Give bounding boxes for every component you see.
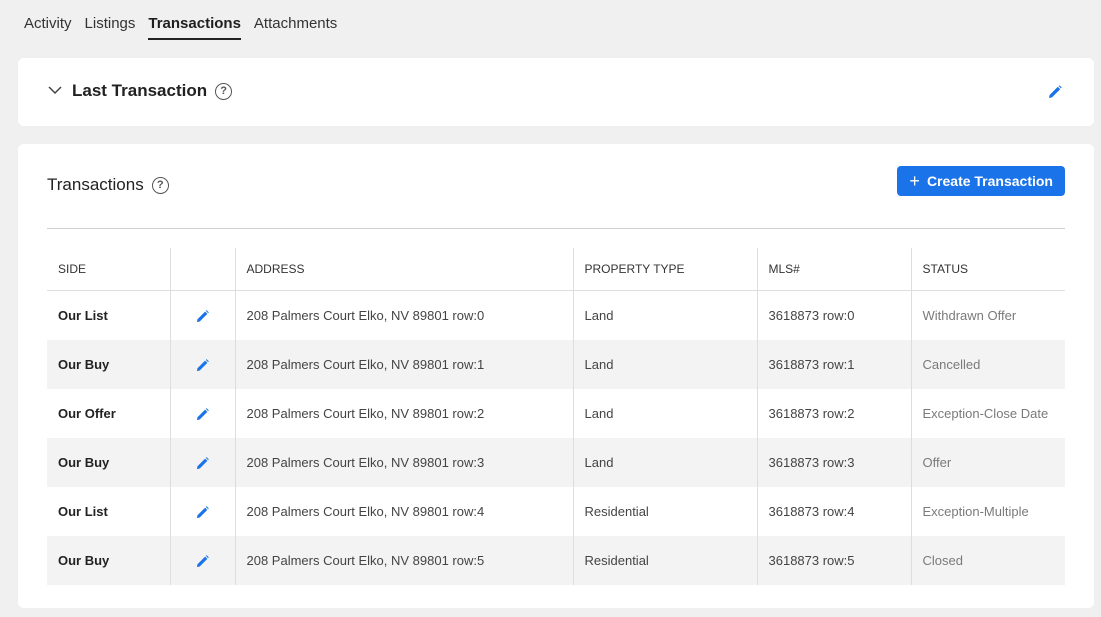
- property-type-cell: Land: [572, 389, 757, 438]
- edit-cell: [169, 438, 235, 487]
- table-row[interactable]: Our Buy 208 Palmers Court Elko, NV 89801…: [47, 438, 1065, 487]
- status-cell: Exception-Close Date: [910, 389, 1065, 438]
- help-icon[interactable]: ?: [215, 83, 233, 101]
- mls-cell: 3618873 row:3: [756, 438, 911, 487]
- tab-transactions[interactable]: Transactions: [148, 14, 241, 40]
- address-cell: 208 Palmers Court Elko, NV 89801 row:5: [234, 536, 573, 585]
- pencil-icon[interactable]: [196, 457, 209, 470]
- mls-cell: 3618873 row:0: [756, 290, 911, 340]
- column-header-mls[interactable]: MLS#: [756, 248, 911, 291]
- property-type-cell: Land: [572, 340, 757, 389]
- status-cell: Withdrawn Offer: [910, 290, 1065, 340]
- plus-icon: +: [909, 171, 920, 191]
- table-row[interactable]: Our List 208 Palmers Court Elko, NV 8980…: [47, 487, 1065, 536]
- property-type-cell: Land: [572, 438, 757, 487]
- mls-cell: 3618873 row:4: [756, 487, 911, 536]
- column-header-address[interactable]: ADDRESS: [234, 248, 573, 291]
- pencil-icon[interactable]: [1048, 85, 1062, 99]
- tab-activity[interactable]: Activity: [24, 14, 72, 40]
- address-cell: 208 Palmers Court Elko, NV 89801 row:4: [234, 487, 573, 536]
- tab-listings[interactable]: Listings: [85, 14, 136, 40]
- status-cell: Offer: [910, 438, 1065, 487]
- table-row[interactable]: Our List 208 Palmers Court Elko, NV 8980…: [47, 290, 1065, 340]
- property-type-cell: Residential: [572, 536, 757, 585]
- column-header-property-type[interactable]: PROPERTY TYPE: [572, 248, 757, 291]
- table-row[interactable]: Our Offer 208 Palmers Court Elko, NV 898…: [47, 389, 1065, 438]
- transactions-card: Transactions? + Create Transaction SIDE …: [18, 144, 1094, 608]
- edit-cell: [169, 487, 235, 536]
- table-row[interactable]: Our Buy 208 Palmers Court Elko, NV 89801…: [47, 340, 1065, 389]
- table-row[interactable]: Our Buy 208 Palmers Court Elko, NV 89801…: [47, 536, 1065, 585]
- pencil-icon[interactable]: [196, 408, 209, 421]
- pencil-icon[interactable]: [196, 555, 209, 568]
- column-header-side[interactable]: SIDE: [47, 248, 170, 291]
- side-cell: Our Offer: [58, 406, 116, 421]
- side-cell: Our Buy: [47, 536, 170, 585]
- address-cell: 208 Palmers Court Elko, NV 89801 row:3: [234, 438, 573, 487]
- side-cell: Our Buy: [47, 438, 170, 487]
- tab-attachments[interactable]: Attachments: [254, 14, 337, 40]
- transactions-table: SIDE ADDRESS PROPERTY TYPE MLS# STATUS O…: [47, 248, 1065, 585]
- mls-cell: 3618873 row:5: [756, 536, 911, 585]
- last-transaction-card: Last Transaction?: [18, 58, 1094, 126]
- column-header-edit: [169, 248, 235, 291]
- address-cell: 208 Palmers Court Elko, NV 89801 row:1: [234, 340, 573, 389]
- side-cell: Our List: [58, 504, 108, 519]
- status-cell: Cancelled: [910, 340, 1065, 389]
- create-transaction-label: Create Transaction: [926, 173, 1053, 189]
- table-header-row: SIDE ADDRESS PROPERTY TYPE MLS# STATUS: [47, 248, 1065, 291]
- pencil-icon[interactable]: [196, 310, 209, 323]
- transactions-heading: Transactions?: [47, 175, 169, 195]
- property-type-cell: Residential: [572, 487, 757, 536]
- edit-cell: [169, 536, 235, 585]
- status-cell: Closed: [910, 536, 1065, 585]
- mls-cell: 3618873 row:2: [756, 389, 911, 438]
- mls-cell: 3618873 row:1: [756, 340, 911, 389]
- chevron-down-icon[interactable]: [48, 85, 62, 95]
- pencil-icon[interactable]: [196, 506, 209, 519]
- divider: [47, 228, 1065, 229]
- status-cell: Exception-Multiple: [910, 487, 1065, 536]
- edit-cell: [169, 340, 235, 389]
- top-tabs: Activity Listings Transactions Attachmen…: [24, 14, 350, 40]
- help-icon[interactable]: ?: [151, 177, 169, 195]
- column-header-status[interactable]: STATUS: [910, 248, 1065, 291]
- last-transaction-heading: Last Transaction?: [72, 81, 233, 101]
- property-type-cell: Land: [572, 290, 757, 340]
- edit-cell: [169, 389, 235, 438]
- create-transaction-button[interactable]: + Create Transaction: [897, 166, 1065, 196]
- side-cell: Our List: [58, 308, 108, 323]
- transactions-title: Transactions: [47, 175, 144, 194]
- last-transaction-title: Last Transaction: [72, 81, 208, 100]
- address-cell: 208 Palmers Court Elko, NV 89801 row:2: [234, 389, 573, 438]
- edit-cell: [169, 290, 235, 340]
- pencil-icon[interactable]: [196, 359, 209, 372]
- address-cell: 208 Palmers Court Elko, NV 89801 row:0: [234, 290, 573, 340]
- side-cell: Our Buy: [47, 340, 170, 389]
